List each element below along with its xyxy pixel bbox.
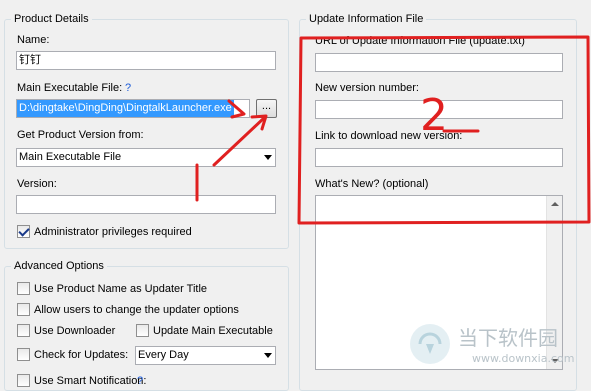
chevron-down-icon [264,353,272,358]
version-field[interactable] [16,195,276,214]
new-version-field[interactable] [315,100,563,119]
checkbox-box [17,282,30,295]
checkbox-box [17,324,30,337]
use-product-name-checkbox[interactable]: Use Product Name as Updater Title [17,282,207,295]
chevron-down-icon [264,155,272,160]
exe-help-link[interactable]: ? [125,82,131,94]
admin-checkbox[interactable]: Administrator privileges required [17,225,192,238]
watermark-url: www.downxia.com [472,352,574,365]
checkbox-box [17,374,30,387]
check-updates-checkbox[interactable]: Check for Updates: [17,348,128,361]
whats-new-label: What's New? (optional) [315,178,429,190]
version-label: Version: [17,178,57,190]
use-downloader-label: Use Downloader [34,324,116,337]
checkbox-box [17,303,30,316]
use-downloader-checkbox[interactable]: Use Downloader [17,324,115,337]
allow-change-label: Allow users to change the updater option… [34,303,239,316]
update-info-title: Update Information File [306,13,427,26]
scroll-up-icon[interactable] [551,202,559,206]
version-from-value: Main Executable File [19,151,122,163]
version-from-label: Get Product Version from: [17,129,144,141]
check-updates-value: Every Day [138,349,189,361]
link-label: Link to download new version: [315,130,463,142]
exe-path-field[interactable]: D:\dingtake\DingDing\DingtalkLauncher.ex… [16,99,250,118]
name-field[interactable]: 钉钉 [16,51,276,70]
smart-notification-checkbox[interactable]: Use Smart Notification: [17,374,146,387]
admin-checkbox-label: Administrator privileges required [34,225,192,238]
exe-path-selected-text: D:\dingtake\DingDing\DingtalkLauncher.ex… [17,100,234,117]
admin-checkbox-box [17,225,30,238]
version-from-select[interactable]: Main Executable File [16,148,276,167]
watermark-site-name: 当下软件园 [458,326,558,350]
use-product-name-label: Use Product Name as Updater Title [34,282,208,295]
url-field[interactable] [315,53,563,72]
new-version-label: New version number: [315,82,419,94]
advanced-options-title: Advanced Options [11,260,107,273]
update-main-exe-label: Update Main Executable [153,324,273,337]
name-label: Name: [17,34,50,46]
checkbox-box [136,324,149,337]
site-watermark: 当下软件园 www.downxia.com [410,324,574,365]
checkbox-box [17,348,30,361]
check-updates-label: Check for Updates: [34,348,129,361]
smart-notification-help-link[interactable]: ? [137,375,143,387]
link-field[interactable] [315,148,563,167]
browse-button[interactable]: ... [256,99,277,118]
url-label: URL of Update Information File (update.t… [315,35,525,47]
exe-label: Main Executable File: [17,82,123,94]
update-main-exe-checkbox[interactable]: Update Main Executable [136,324,273,337]
product-details-title: Product Details [11,13,92,26]
allow-change-checkbox[interactable]: Allow users to change the updater option… [17,303,239,316]
check-updates-select[interactable]: Every Day [135,346,276,365]
